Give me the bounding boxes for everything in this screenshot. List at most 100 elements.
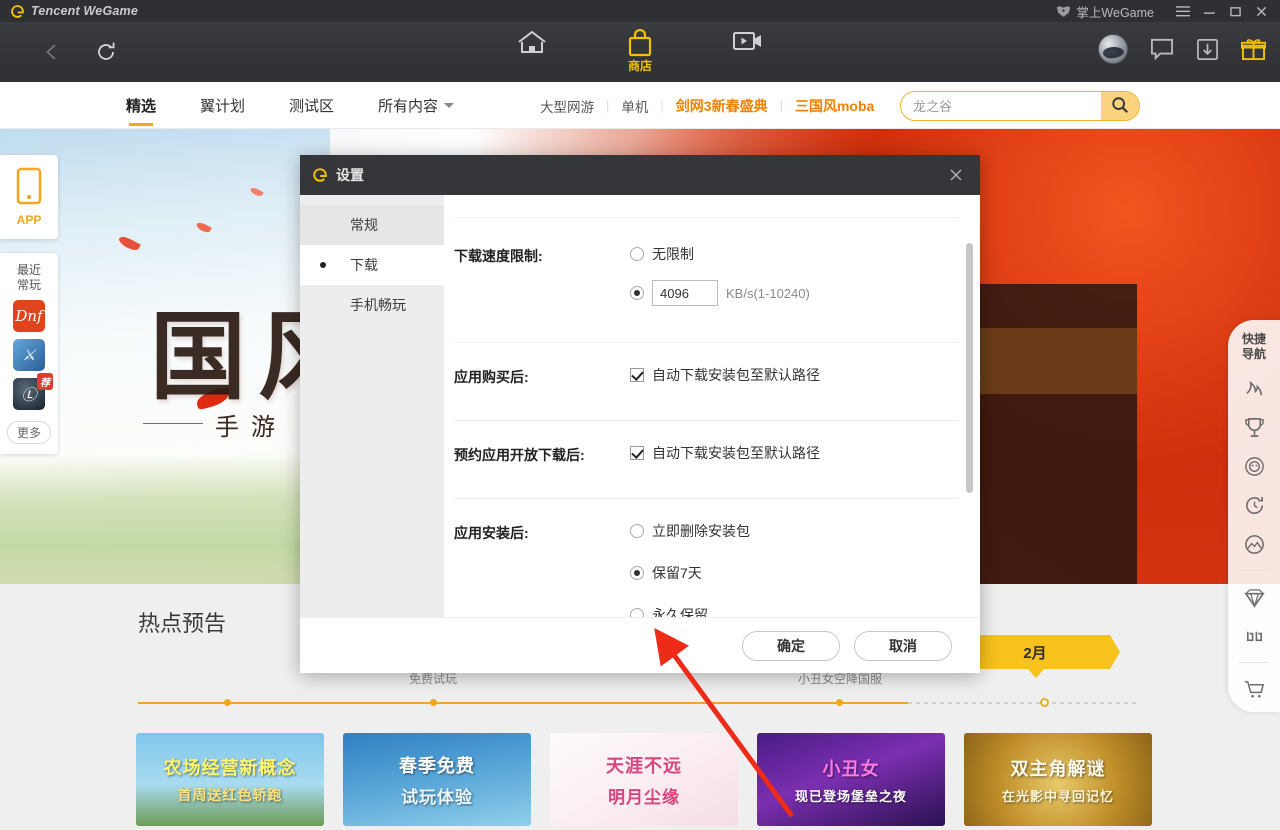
cart-icon[interactable] bbox=[1241, 676, 1267, 702]
dialog-sidebar: 常规 下载 手机畅玩 bbox=[300, 195, 444, 617]
dock-game-dnf[interactable]: Dnf bbox=[13, 300, 45, 332]
nav-item-home[interactable] bbox=[501, 22, 563, 57]
tab-all-content[interactable]: 所有内容 bbox=[378, 82, 454, 129]
option-auto-download-preorder[interactable]: 自动下载安装包至默认路径 bbox=[630, 443, 958, 463]
timeline-dot-1[interactable] bbox=[430, 699, 437, 706]
download-icon[interactable] bbox=[1196, 38, 1219, 61]
section-title: 热点预告 bbox=[138, 606, 226, 638]
link-mmo[interactable]: 大型网游 bbox=[540, 96, 594, 116]
dialog-sidebar-item-general[interactable]: 常规 bbox=[300, 205, 444, 245]
dialog-scroll-area: 下载速度限制: 无限制 KB/s(1-10240) bbox=[444, 195, 980, 617]
companion-app-entry[interactable]: 掌上WeGame bbox=[1056, 2, 1154, 21]
gift-icon[interactable] bbox=[1241, 38, 1266, 61]
preview-card-text: 双主角解谜 在光影中寻回记忆 bbox=[1002, 755, 1114, 805]
option-keep-7-days[interactable]: 保留7天 bbox=[630, 563, 958, 583]
menu-button[interactable] bbox=[1170, 0, 1196, 22]
option-delete-package-label: 立即删除安装包 bbox=[652, 521, 750, 541]
minimize-button[interactable] bbox=[1196, 0, 1222, 22]
link-separator-2: | bbox=[660, 98, 663, 113]
nav-center: 商店 bbox=[0, 22, 1280, 82]
dialog-sidebar-item-download[interactable]: 下载 bbox=[300, 245, 444, 285]
setting-controls-speed-limit: 无限制 KB/s(1-10240) bbox=[630, 244, 958, 320]
tab-wing-plan[interactable]: 翼计划 bbox=[200, 82, 245, 129]
option-limited-speed[interactable]: KB/s(1-10240) bbox=[630, 280, 958, 306]
dialog-sidebar-item-mobile-play[interactable]: 手机畅玩 bbox=[300, 285, 444, 325]
radio-keep-forever[interactable] bbox=[630, 608, 644, 617]
mobile-phone-icon bbox=[16, 167, 42, 210]
tab-featured-label: 精选 bbox=[126, 95, 156, 116]
dock-app-button[interactable]: APP bbox=[0, 155, 58, 239]
timeline: 2月 4天 免费试玩 2月 小丑女空降国服 2月 bbox=[138, 701, 1138, 704]
radio-delete-package[interactable] bbox=[630, 524, 644, 538]
setting-row-after-install: 应用安装后: 立即删除安装包 保留7天 bbox=[454, 499, 958, 617]
setting-label-after-install: 应用安装后: bbox=[454, 521, 630, 617]
setting-controls-after-preorder: 自动下载安装包至默认路径 bbox=[630, 443, 958, 476]
dock-game-lol-badge: 荐 bbox=[37, 373, 53, 390]
radio-keep-7-days[interactable] bbox=[630, 566, 644, 580]
timeline-dot-3[interactable] bbox=[1040, 698, 1049, 707]
setting-controls-after-install: 立即删除安装包 保留7天 永久保留 bbox=[630, 521, 958, 617]
dialog-sidebar-item-general-label: 常规 bbox=[350, 215, 378, 235]
timeline-dot-0[interactable] bbox=[224, 699, 231, 706]
radio-unlimited[interactable] bbox=[630, 247, 644, 261]
wegame-logo-icon bbox=[10, 4, 25, 19]
setting-row-after-preorder: 预约应用开放下载后: 自动下载安装包至默认路径 bbox=[454, 421, 958, 499]
dialog-title: 设置 bbox=[336, 165, 364, 185]
preview-cards: 农场经营新概念 首周送红色轿跑 春季免费 试玩体验 天涯不远 明月尘缘 小丑女 bbox=[136, 733, 1152, 826]
setting-controls-after-purchase: 自动下载安装包至默认路径 bbox=[630, 365, 958, 398]
link-sanguo-moba[interactable]: 三国风moba bbox=[795, 96, 874, 116]
hero-flower-field bbox=[0, 454, 330, 584]
quote-icon[interactable] bbox=[1241, 623, 1267, 649]
dock-game-blade-soul-label: ⚔ bbox=[22, 346, 35, 364]
chat-icon[interactable] bbox=[1150, 38, 1174, 60]
tab-featured[interactable]: 精选 bbox=[126, 82, 156, 129]
cancel-button[interactable]: 取消 bbox=[854, 631, 952, 661]
close-button[interactable] bbox=[1248, 0, 1274, 22]
link-singleplayer[interactable]: 单机 bbox=[621, 96, 648, 116]
nav-item-video[interactable] bbox=[717, 22, 779, 55]
trophy-icon[interactable] bbox=[1241, 414, 1267, 440]
clock-history-icon[interactable] bbox=[1241, 492, 1267, 518]
confirm-button[interactable]: 确定 bbox=[742, 631, 840, 661]
flame-icon[interactable] bbox=[1241, 375, 1267, 401]
gamepad-icon[interactable] bbox=[1241, 453, 1267, 479]
search-input[interactable] bbox=[901, 99, 1101, 114]
dock-app-label: APP bbox=[17, 213, 42, 227]
timeline-dot-2[interactable] bbox=[836, 699, 843, 706]
nav-item-shop[interactable]: 商店 bbox=[609, 22, 671, 73]
title-bar: Tencent WeGame 掌上WeGame bbox=[0, 0, 1280, 22]
checkbox-auto-download-preorder[interactable] bbox=[630, 446, 644, 460]
dock-game-lol[interactable]: Ⓛ 荐 bbox=[13, 378, 45, 410]
preview-card-line1: 小丑女 bbox=[795, 755, 907, 781]
dock-more-button[interactable]: 更多 bbox=[7, 421, 51, 444]
option-auto-download-purchase[interactable]: 自动下载安装包至默认路径 bbox=[630, 365, 958, 385]
dock-game-blade-soul[interactable]: ⚔ bbox=[13, 339, 45, 371]
preview-card[interactable]: 春季免费 试玩体验 bbox=[343, 733, 531, 826]
preview-card[interactable]: 天涯不远 明月尘缘 bbox=[550, 733, 738, 826]
search-button[interactable] bbox=[1101, 91, 1139, 121]
speed-limit-input[interactable] bbox=[652, 280, 718, 306]
preview-card[interactable]: 双主角解谜 在光影中寻回记忆 bbox=[964, 733, 1152, 826]
dialog-scrollbar[interactable] bbox=[966, 243, 973, 493]
dialog-footer: 确定 取消 bbox=[300, 617, 980, 673]
avatar[interactable] bbox=[1098, 34, 1128, 64]
preview-card-line2: 在光影中寻回记忆 bbox=[1002, 786, 1114, 805]
dialog-close-button[interactable] bbox=[944, 163, 968, 187]
radio-limited-speed[interactable] bbox=[630, 286, 644, 300]
preview-card[interactable]: 小丑女 现已登场堡垒之夜 bbox=[757, 733, 945, 826]
option-keep-forever[interactable]: 永久保留 bbox=[630, 605, 958, 617]
quick-nav-title: 快捷 导航 bbox=[1242, 332, 1266, 362]
option-unlimited[interactable]: 无限制 bbox=[630, 244, 958, 264]
option-delete-package[interactable]: 立即删除安装包 bbox=[630, 521, 958, 541]
mountain-image-icon[interactable] bbox=[1241, 531, 1267, 557]
diamond-icon[interactable] bbox=[1241, 584, 1267, 610]
preview-card-text: 农场经营新概念 首周送红色轿跑 bbox=[164, 754, 297, 805]
checkbox-auto-download-purchase[interactable] bbox=[630, 368, 644, 382]
preview-card[interactable]: 农场经营新概念 首周送红色轿跑 bbox=[136, 733, 324, 826]
chevron-down-icon bbox=[444, 103, 454, 108]
maximize-button[interactable] bbox=[1222, 0, 1248, 22]
link-jx3-festival[interactable]: 剑网3新春盛典 bbox=[676, 96, 768, 116]
preview-card-line2: 明月尘缘 bbox=[606, 783, 682, 808]
tab-test-zone[interactable]: 测试区 bbox=[289, 82, 334, 129]
preview-card-text: 春季免费 试玩体验 bbox=[399, 752, 475, 808]
